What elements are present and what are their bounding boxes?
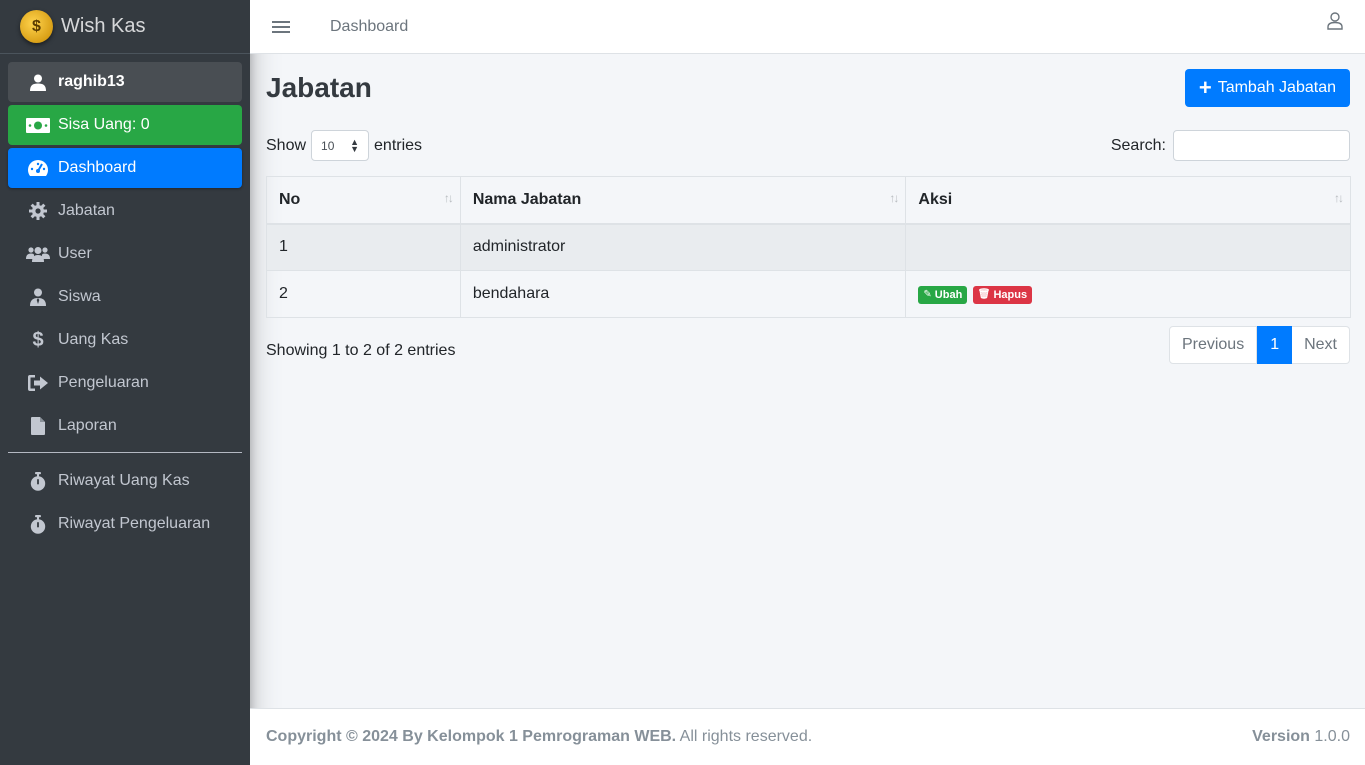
column-header-no[interactable]: No ↑↓ — [266, 176, 461, 225]
sort-icon: ↑↓ — [443, 191, 454, 205]
sidebar-divider — [8, 452, 242, 453]
sidebar-item-riwayat-pengeluaran[interactable]: Riwayat Pengeluaran — [8, 504, 242, 544]
coin-logo-icon: $ — [20, 10, 53, 43]
search-input[interactable] — [1173, 130, 1350, 161]
cell-no: 2 — [266, 270, 461, 318]
brand-name: Wish Kas — [61, 15, 146, 37]
sidebar-item-siswa[interactable]: Siswa — [8, 277, 242, 317]
page-size-select[interactable]: 10 ▲ ▼ — [311, 130, 370, 161]
sidebar-item-label: Dashboard — [58, 159, 137, 176]
sidebar-item-label: Uang Kas — [58, 331, 129, 348]
add-jabatan-button[interactable]: + Tambah Jabatan — [1184, 69, 1350, 107]
main-content: Jabatan + Tambah Jabatan Show 10 ▲ ▼ entr… — [250, 54, 1365, 708]
stopwatch-icon — [26, 514, 50, 534]
sidebar-item-label: Jabatan — [58, 202, 115, 219]
entries-length-control: Show 10 ▲ ▼ entries — [266, 130, 422, 161]
sidebar-item-user[interactable]: User — [8, 234, 242, 274]
hamburger-menu-icon[interactable] — [272, 18, 290, 36]
sidebar-item-riwayat-uang-kas[interactable]: Riwayat Uang Kas — [8, 461, 242, 501]
user-tie-icon — [26, 287, 50, 307]
sidebar-item-label: User — [58, 245, 92, 262]
dollar-icon: $ — [32, 328, 44, 351]
sidebar-item-jabatan[interactable]: Jabatan — [8, 191, 242, 231]
add-jabatan-label: Tambah Jabatan — [1217, 79, 1336, 96]
table-row: 1 administrator — [266, 223, 1351, 271]
search-label: Search: — [1110, 136, 1166, 154]
sidebar-item-label: Laporan — [58, 417, 117, 434]
stopwatch-icon — [26, 471, 50, 491]
copyright-text: Copyright © 2024 By Kelompok 1 Pemrogram… — [266, 728, 677, 745]
cell-no: 1 — [266, 223, 461, 271]
sidebar-item-label: Pengeluaran — [58, 374, 149, 391]
rights-text: All rights reserved. — [679, 728, 813, 745]
tachometer-icon — [26, 158, 50, 178]
edit-button[interactable]: ✎ Ubah — [918, 285, 968, 304]
table-row: 2 bendahara ✎ Ubah 🗑 Hapus — [266, 270, 1351, 318]
footer-version: Version 1.0.0 — [1252, 728, 1350, 746]
page-title: Jabatan — [266, 72, 372, 103]
column-header-nama-jabatan[interactable]: Nama Jabatan ↑↓ — [459, 176, 907, 225]
cell-aksi: ✎ Ubah 🗑 Hapus — [905, 270, 1351, 318]
users-icon — [26, 244, 50, 264]
sidebar-item-pengeluaran[interactable]: Pengeluaran — [8, 363, 242, 403]
footer: Copyright © 2024 By Kelompok 1 Pemrogram… — [250, 708, 1365, 765]
version-number: 1.0.0 — [1314, 728, 1350, 745]
sidebar-balance[interactable]: Sisa Uang: 0 — [8, 105, 242, 145]
next-page-button[interactable]: Next — [1292, 326, 1350, 364]
plus-icon: + — [1198, 75, 1212, 100]
column-header-aksi[interactable]: Aksi ↑↓ — [905, 176, 1351, 225]
page-size-value: 10 — [321, 138, 335, 153]
sort-icon: ↑↓ — [889, 191, 899, 205]
sidebar-item-dashboard[interactable]: Dashboard — [8, 148, 242, 188]
previous-page-button[interactable]: Previous — [1168, 326, 1258, 364]
trash-icon: 🗑 — [977, 289, 991, 301]
version-label: Version — [1252, 728, 1310, 745]
cell-nama-jabatan: bendahara — [459, 270, 907, 318]
edit-icon: ✎ — [923, 289, 932, 301]
pagination: Previous 1 Next — [1168, 326, 1350, 364]
sidebar-balance-label: Sisa Uang: 0 — [58, 116, 150, 133]
search-control: Search: — [1111, 130, 1350, 161]
sidebar-user[interactable]: raghib13 — [8, 62, 242, 102]
sort-icon: ↑↓ — [1334, 191, 1344, 205]
nav-link-dashboard[interactable]: Dashboard — [330, 18, 408, 36]
sort-caret-icon: ▲ ▼ — [350, 137, 360, 154]
file-icon — [26, 416, 50, 436]
sidebar-item-label: Riwayat Uang Kas — [58, 472, 190, 489]
sign-out-icon — [26, 373, 50, 393]
cell-nama-jabatan: administrator — [459, 223, 907, 271]
delete-label: Hapus — [993, 288, 1028, 301]
user-menu-icon[interactable] — [1327, 12, 1343, 35]
edit-label: Ubah — [934, 288, 963, 301]
sidebar-user-name: raghib13 — [58, 73, 125, 90]
cell-aksi — [905, 223, 1351, 271]
top-navbar: Dashboard — [250, 0, 1365, 54]
table-info: Showing 1 to 2 of 2 entries — [266, 342, 456, 359]
user-icon — [26, 72, 50, 92]
brand-link[interactable]: $ Wish Kas — [0, 0, 250, 54]
sidebar-item-label: Siswa — [58, 288, 101, 305]
delete-button[interactable]: 🗑 Hapus — [972, 285, 1033, 304]
sidebar-item-uang-kas[interactable]: $ Uang Kas — [8, 320, 242, 360]
sidebar-nav: raghib13 Sisa Uang: 0 Dashboard Jabatan … — [0, 54, 250, 544]
sidebar-item-label: Riwayat Pengeluaran — [58, 515, 211, 532]
sidebar-item-laporan[interactable]: Laporan — [8, 406, 242, 446]
entries-label: entries — [374, 136, 423, 154]
gear-icon — [26, 201, 50, 221]
footer-copyright: Copyright © 2024 By Kelompok 1 Pemrogram… — [266, 728, 812, 746]
show-label: Show — [266, 136, 307, 154]
page-1-button[interactable]: 1 — [1257, 326, 1293, 364]
sidebar: $ Wish Kas raghib13 Sisa Uang: 0 Dashboa… — [0, 0, 250, 765]
jabatan-table: No ↑↓ Nama Jabatan ↑↓ Aksi ↑↓ 1 administrat… — [266, 176, 1351, 318]
money-bill-icon — [26, 115, 50, 135]
